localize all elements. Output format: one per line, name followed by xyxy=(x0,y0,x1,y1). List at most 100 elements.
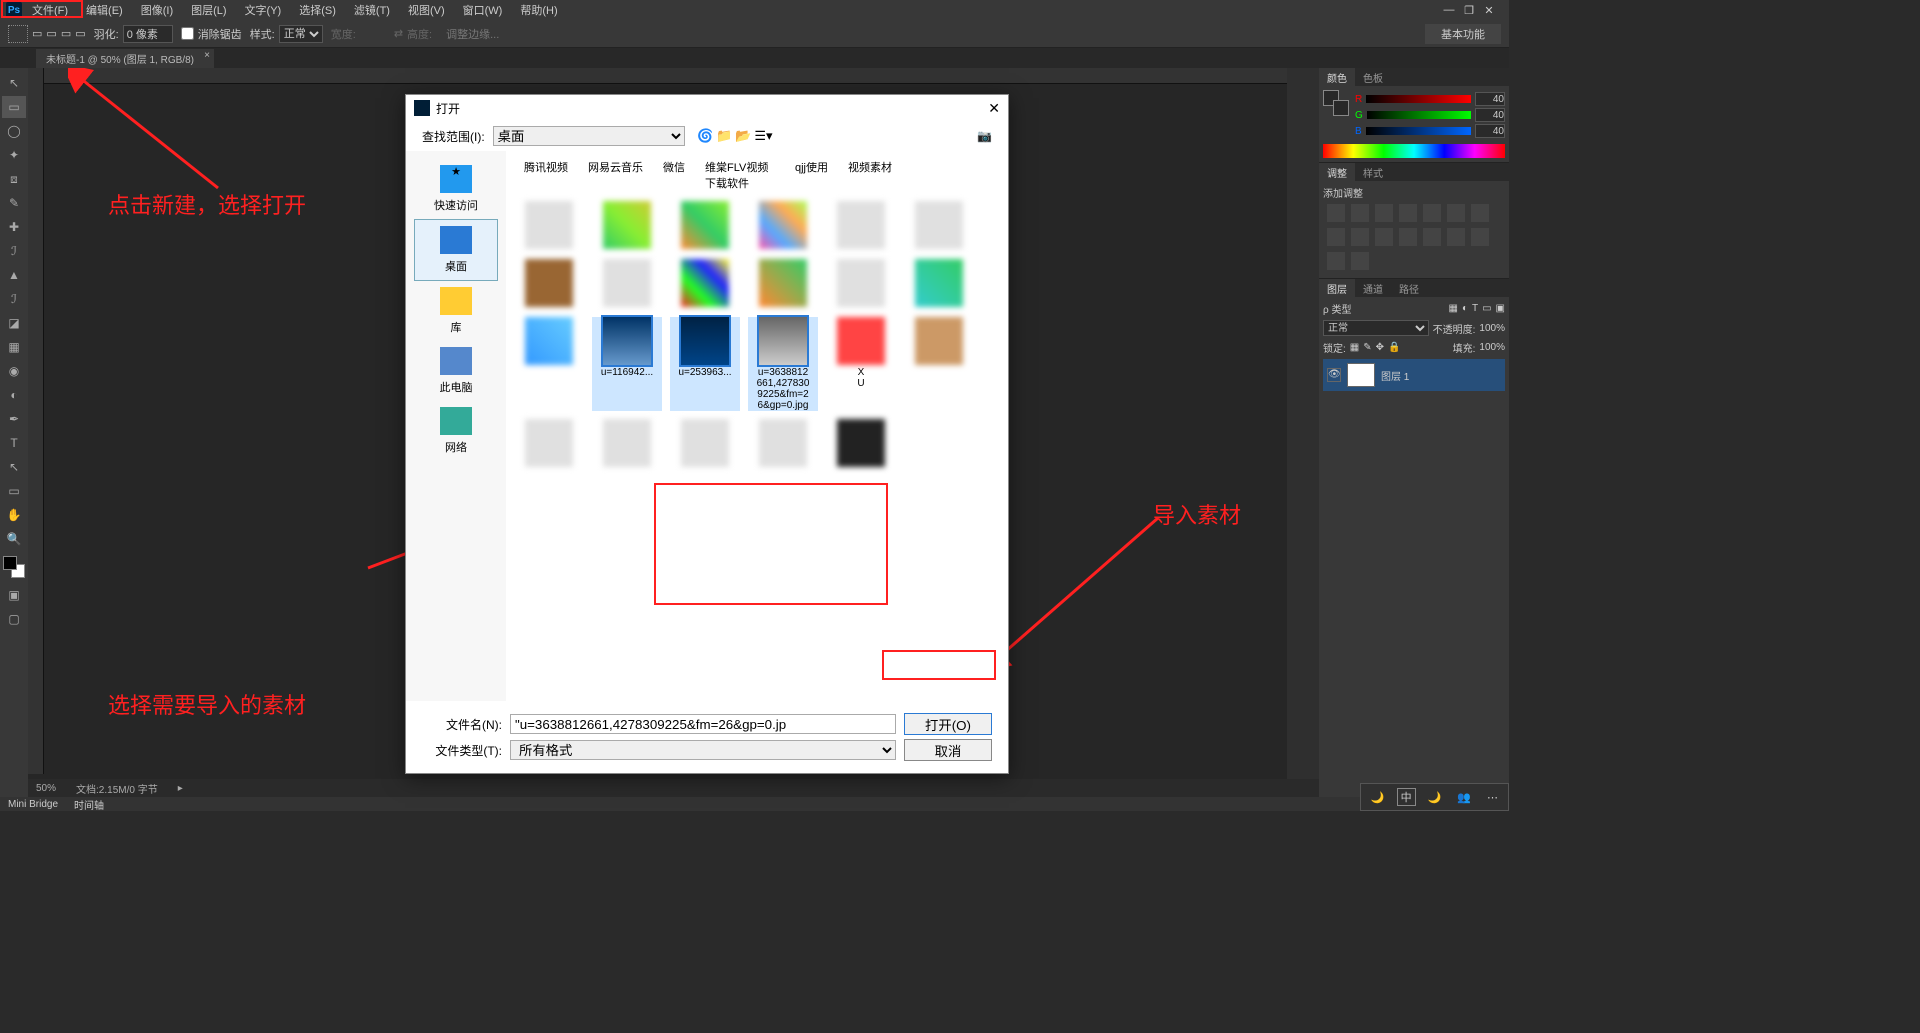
file-item[interactable] xyxy=(514,259,584,309)
adj-photo-filter-icon[interactable] xyxy=(1351,228,1369,246)
menu-window[interactable]: 窗口(W) xyxy=(455,0,511,20)
file-item[interactable] xyxy=(748,419,818,469)
shape-mode-add-icon[interactable]: ▭ xyxy=(46,27,56,40)
g-slider[interactable] xyxy=(1367,111,1471,119)
open-button[interactable]: 打开(O) xyxy=(904,713,992,735)
brush-tool[interactable]: ℐ xyxy=(2,240,26,262)
refine-edge-button[interactable]: 调整边缘... xyxy=(440,24,505,44)
tab-mini-bridge[interactable]: Mini Bridge xyxy=(0,799,66,810)
filter-pixel-icon[interactable]: ▦ xyxy=(1448,303,1457,314)
file-item[interactable] xyxy=(592,201,662,251)
dodge-tool[interactable]: ◐ xyxy=(2,384,26,406)
tab-color[interactable]: 颜色 xyxy=(1319,68,1355,86)
adj-balance-icon[interactable] xyxy=(1471,204,1489,222)
marquee-tool[interactable]: ▭ xyxy=(2,96,26,118)
file-item[interactable] xyxy=(826,259,896,309)
quickmask-tool[interactable]: ▣ xyxy=(2,584,26,606)
ime-indicator[interactable]: 中 xyxy=(1397,788,1416,806)
file-item[interactable] xyxy=(670,201,740,251)
filter-type-icon[interactable]: T xyxy=(1472,303,1478,314)
path-select-tool[interactable]: ↖ xyxy=(2,456,26,478)
lock-transparent-icon[interactable]: ▦ xyxy=(1350,342,1359,353)
nav-back-icon[interactable]: 🌀 xyxy=(697,128,713,144)
adj-mixer-icon[interactable] xyxy=(1375,228,1393,246)
eraser-tool[interactable]: ◪ xyxy=(2,312,26,334)
stamp-tool[interactable]: ▲ xyxy=(2,264,26,286)
file-item[interactable] xyxy=(748,201,818,251)
file-item[interactable]: XU xyxy=(826,317,896,411)
filename-input[interactable] xyxy=(510,714,896,734)
file-item[interactable] xyxy=(826,201,896,251)
zoom-tool[interactable]: 🔍 xyxy=(2,528,26,550)
marquee-tool-icon[interactable] xyxy=(8,25,28,43)
menu-image[interactable]: 图像(I) xyxy=(133,0,181,20)
adj-selective-icon[interactable] xyxy=(1351,252,1369,270)
b-slider[interactable] xyxy=(1366,127,1471,135)
lock-position-icon[interactable]: ✥ xyxy=(1376,342,1384,353)
lock-all-icon[interactable]: 🔒 xyxy=(1388,342,1400,353)
move-tool[interactable]: ↖ xyxy=(2,72,26,94)
lookin-select[interactable]: 桌面 xyxy=(493,126,686,146)
file-item[interactable] xyxy=(748,259,818,309)
opacity-value[interactable]: 100% xyxy=(1479,323,1505,334)
tab-swatches[interactable]: 色板 xyxy=(1355,68,1391,86)
file-item-selected[interactable]: u=253963... xyxy=(670,317,740,411)
lasso-tool[interactable]: ◯ xyxy=(2,120,26,142)
adj-exposure-icon[interactable] xyxy=(1399,204,1417,222)
blend-mode-select[interactable]: 正常 xyxy=(1323,320,1429,336)
file-item[interactable] xyxy=(904,317,974,411)
adj-lookup-icon[interactable] xyxy=(1399,228,1417,246)
color-picker[interactable] xyxy=(3,556,25,578)
feather-input[interactable] xyxy=(123,25,173,43)
adj-bw-icon[interactable] xyxy=(1327,228,1345,246)
file-item[interactable] xyxy=(826,419,896,469)
document-tab[interactable]: 未标题-1 @ 50% (图层 1, RGB/8) × xyxy=(36,49,214,68)
adj-invert-icon[interactable] xyxy=(1423,228,1441,246)
file-item[interactable] xyxy=(904,201,974,251)
adj-posterize-icon[interactable] xyxy=(1447,228,1465,246)
shortcut-item[interactable]: 维棠FLV视频下载软件 xyxy=(705,159,775,191)
place-this-pc[interactable]: 此电脑 xyxy=(414,341,498,401)
tab-styles[interactable]: 样式 xyxy=(1355,163,1391,181)
hand-tool[interactable]: ✋ xyxy=(2,504,26,526)
pen-tool[interactable]: ✒ xyxy=(2,408,26,430)
cancel-button[interactable]: 取消 xyxy=(904,739,992,761)
file-item[interactable] xyxy=(592,259,662,309)
wand-tool[interactable]: ✦ xyxy=(2,144,26,166)
adj-levels-icon[interactable] xyxy=(1351,204,1369,222)
menu-filter[interactable]: 滤镜(T) xyxy=(346,0,398,20)
color-spectrum[interactable] xyxy=(1323,144,1505,158)
tab-paths[interactable]: 路径 xyxy=(1391,279,1427,297)
dialog-close-icon[interactable]: ✕ xyxy=(988,100,1000,117)
adj-vibrance-icon[interactable] xyxy=(1423,204,1441,222)
layer-filter-kind[interactable]: ρ 类型 xyxy=(1323,301,1351,316)
nav-link-icon[interactable]: 📷 xyxy=(977,129,992,143)
shape-mode-subtract-icon[interactable]: ▭ xyxy=(61,27,71,40)
adj-gradient-icon[interactable] xyxy=(1327,252,1345,270)
menu-select[interactable]: 选择(S) xyxy=(291,0,344,20)
file-item[interactable] xyxy=(514,201,584,251)
b-input[interactable] xyxy=(1475,124,1505,138)
collapsed-panel-strip[interactable] xyxy=(1287,68,1319,804)
shape-mode-intersect-icon[interactable]: ▭ xyxy=(75,27,85,40)
screenmode-tool[interactable]: ▢ xyxy=(2,608,26,630)
panel-bg-color[interactable] xyxy=(1333,100,1349,116)
type-tool[interactable]: T xyxy=(2,432,26,454)
file-item-selected[interactable]: u=3638812 661,427830 9225&fm=2 6&gp=0.jp… xyxy=(748,317,818,411)
place-libraries[interactable]: 库 xyxy=(414,281,498,341)
file-item[interactable] xyxy=(514,317,584,411)
blur-tool[interactable]: ◉ xyxy=(2,360,26,382)
dialog-file-list[interactable]: 腾讯视频 网易云音乐 微信 维棠FLV视频下载软件 qjj使用 视频素材 xyxy=(506,151,1008,701)
fill-value[interactable]: 100% xyxy=(1479,342,1505,353)
shape-tool[interactable]: ▭ xyxy=(2,480,26,502)
nav-new-folder-icon[interactable]: 📂 xyxy=(735,128,751,144)
r-input[interactable] xyxy=(1475,92,1505,106)
filter-adjust-icon[interactable]: ◐ xyxy=(1462,303,1468,314)
place-quick-access[interactable]: ★快速访问 xyxy=(414,159,498,219)
file-item[interactable] xyxy=(592,419,662,469)
nav-view-icon[interactable]: ☰▾ xyxy=(754,128,770,144)
tray-people-icon[interactable]: 👥 xyxy=(1453,789,1475,806)
dialog-titlebar[interactable]: 打开 ✕ xyxy=(406,95,1008,121)
adj-threshold-icon[interactable] xyxy=(1471,228,1489,246)
foreground-color[interactable] xyxy=(3,556,17,570)
